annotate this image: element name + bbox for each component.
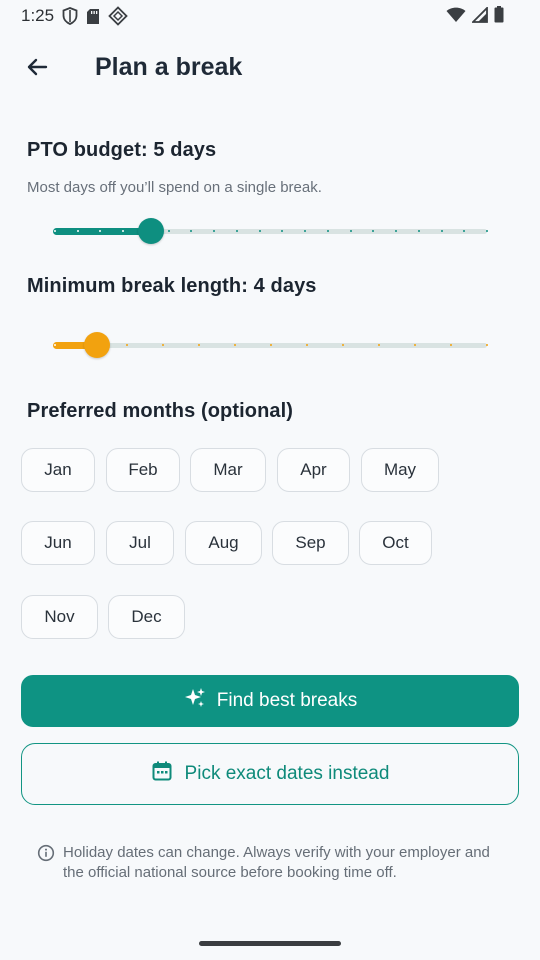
- slider-tick: [162, 344, 164, 346]
- wifi-icon: [446, 7, 466, 28]
- slider-tick: [270, 344, 272, 346]
- slider-tick: [327, 230, 329, 232]
- page-title: Plan a break: [95, 53, 243, 81]
- slider-tick: [378, 344, 380, 346]
- slider-tick: [281, 230, 283, 232]
- slider-tick: [126, 344, 128, 346]
- slider-tick: [306, 344, 308, 346]
- slider-tick: [54, 344, 56, 346]
- slider-thumb[interactable]: [84, 332, 110, 358]
- min-break-label: Minimum break length: 4 days: [27, 275, 317, 297]
- month-chip-mar[interactable]: Mar: [190, 448, 266, 492]
- slider-tick: [234, 344, 236, 346]
- find-best-breaks-button[interactable]: Find best breaks: [21, 675, 519, 727]
- month-chip-aug[interactable]: Aug: [185, 521, 262, 565]
- back-button[interactable]: [18, 50, 56, 88]
- status-time: 1:25: [21, 6, 55, 25]
- home-indicator[interactable]: [199, 941, 341, 946]
- sparkle-icon: [183, 686, 207, 716]
- arrow-back-icon: [25, 55, 49, 84]
- pick-exact-dates-label: Pick exact dates instead: [184, 763, 390, 784]
- slider-tick: [342, 344, 344, 346]
- find-best-breaks-label: Find best breaks: [216, 690, 358, 711]
- month-chip-jan[interactable]: Jan: [21, 448, 95, 492]
- slider-tick: [418, 230, 420, 232]
- shield-icon: [62, 7, 78, 30]
- slider-tick: [122, 230, 124, 232]
- app-bar: Plan a break: [0, 40, 540, 96]
- month-chip-oct[interactable]: Oct: [359, 521, 432, 565]
- disclaimer: Holiday dates can change. Always verify …: [37, 843, 507, 883]
- slider-tick: [190, 230, 192, 232]
- app-notification-icon: [108, 6, 128, 31]
- month-chip-jul[interactable]: Jul: [106, 521, 174, 565]
- pto-budget-helper: Most days off you’ll spend on a single b…: [27, 179, 322, 196]
- slider-tick: [372, 230, 374, 232]
- signal-icon: [470, 5, 488, 28]
- calendar-icon: [151, 760, 173, 788]
- month-chip-sep[interactable]: Sep: [272, 521, 349, 565]
- slider-thumb[interactable]: [138, 218, 164, 244]
- min-break-slider[interactable]: [53, 330, 488, 360]
- slider-active-track: [53, 228, 151, 235]
- slider-tick: [486, 344, 488, 346]
- slider-tick: [414, 344, 416, 346]
- battery-icon: [494, 6, 504, 28]
- info-icon: [37, 843, 55, 883]
- pto-budget-slider[interactable]: [53, 216, 488, 246]
- month-chip-nov[interactable]: Nov: [21, 595, 98, 639]
- slider-tick: [236, 230, 238, 232]
- slider-tick: [77, 230, 79, 232]
- slider-tick: [450, 344, 452, 346]
- slider-tick: [168, 230, 170, 232]
- slider-tick: [441, 230, 443, 232]
- sd-card-icon: [86, 8, 100, 30]
- month-chip-may[interactable]: May: [361, 448, 439, 492]
- month-chip-apr[interactable]: Apr: [277, 448, 350, 492]
- disclaimer-text: Holiday dates can change. Always verify …: [63, 844, 490, 881]
- pick-exact-dates-button[interactable]: Pick exact dates instead: [21, 743, 519, 805]
- month-chip-jun[interactable]: Jun: [21, 521, 95, 565]
- slider-tick: [463, 230, 465, 232]
- slider-tick: [395, 230, 397, 232]
- preferred-months-label: Preferred months (optional): [27, 400, 294, 422]
- slider-tick: [213, 230, 215, 232]
- slider-tick: [99, 230, 101, 232]
- slider-tick: [304, 230, 306, 232]
- slider-tick: [198, 344, 200, 346]
- pto-budget-label: PTO budget: 5 days: [27, 139, 217, 161]
- slider-tick: [259, 230, 261, 232]
- slider-tick: [54, 230, 56, 232]
- slider-tick: [486, 230, 488, 232]
- month-chip-dec[interactable]: Dec: [108, 595, 185, 639]
- slider-tick: [350, 230, 352, 232]
- month-chip-feb[interactable]: Feb: [106, 448, 180, 492]
- status-bar: 1:25: [0, 0, 540, 32]
